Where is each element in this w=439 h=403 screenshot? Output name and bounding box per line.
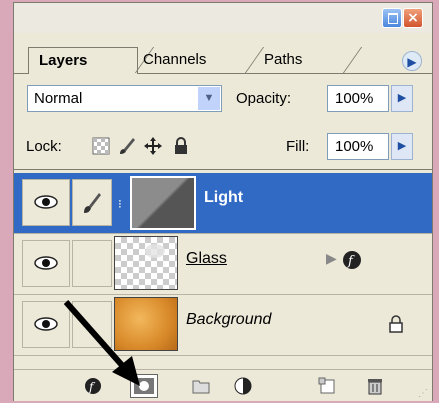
visibility-toggle[interactable]	[22, 179, 70, 226]
panel-titlebar: ×	[14, 3, 432, 33]
eye-icon	[34, 195, 58, 209]
paintbrush-icon	[84, 193, 101, 213]
layer-name[interactable]: Light	[204, 189, 243, 207]
eye-icon	[34, 256, 58, 270]
minimize-button[interactable]	[382, 8, 402, 28]
layers-panel: × Layers Channels Paths ▶ Normal ▼ Opaci…	[13, 2, 433, 401]
panel-menu-button[interactable]: ▶	[402, 51, 422, 71]
tab-paths[interactable]: Paths	[250, 47, 350, 73]
lock-icon	[389, 315, 403, 333]
opacity-slider-button[interactable]: ▶	[391, 85, 413, 112]
layers-toolbar: f ⋰	[14, 369, 432, 401]
trash-icon[interactable]	[366, 377, 384, 395]
lock-transparency-icon[interactable]	[92, 137, 110, 155]
layer-thumbnail	[114, 297, 178, 351]
lock-position-move-icon[interactable]	[144, 137, 162, 155]
layer-link-cell[interactable]	[72, 179, 112, 226]
layer-link-cell[interactable]	[72, 301, 112, 348]
layer-style-icon[interactable]: f	[84, 377, 102, 395]
chevron-down-icon[interactable]: ▼	[198, 87, 220, 110]
resize-grip-icon[interactable]: ⋰	[418, 388, 428, 399]
glass-shape-thumbnail	[145, 244, 165, 258]
visibility-toggle[interactable]	[22, 240, 70, 287]
blend-opacity-row: Normal ▼ Opacity: 100% ▶	[14, 75, 432, 121]
fill-field[interactable]: 100%	[327, 133, 389, 160]
layer-row-background[interactable]: Background	[14, 295, 432, 356]
new-layer-icon[interactable]	[318, 377, 336, 395]
tab-channels[interactable]: Channels	[139, 47, 247, 73]
fill-slider-button[interactable]: ▶	[391, 133, 413, 160]
layer-link-cell[interactable]	[72, 240, 112, 287]
layer-thumbnail	[114, 236, 178, 290]
layer-style-fx-icon: f	[343, 251, 361, 269]
lock-pixels-brush-icon[interactable]	[118, 137, 136, 155]
layer-name[interactable]: Glass	[186, 250, 227, 268]
eye-icon	[34, 317, 58, 331]
fill-label: Fill:	[286, 138, 310, 155]
layers-list: ⁝ Light Glass ▶ f Background	[14, 173, 432, 369]
lock-label: Lock:	[26, 138, 62, 155]
opacity-label: Opacity:	[236, 90, 292, 107]
blend-mode-value: Normal	[34, 90, 83, 107]
layer-row-glass[interactable]: Glass ▶ f	[14, 234, 432, 295]
add-mask-button[interactable]	[130, 374, 158, 398]
adjustment-layer-icon[interactable]	[234, 377, 252, 395]
lock-fill-row: Lock: Fill: 100% ▶	[14, 123, 432, 170]
layer-thumbnail	[130, 176, 196, 230]
layer-name[interactable]: Background	[186, 311, 271, 329]
new-group-icon[interactable]	[192, 377, 210, 395]
lock-all-icon[interactable]	[172, 137, 190, 155]
layer-row-light[interactable]: ⁝ Light	[14, 173, 432, 234]
opacity-field[interactable]: 100%	[327, 85, 389, 112]
close-button[interactable]: ×	[403, 8, 423, 28]
tab-layers[interactable]: Layers	[28, 47, 138, 74]
add-mask-icon	[134, 378, 154, 394]
visibility-toggle[interactable]	[22, 301, 70, 348]
panel-tabs: Layers Channels Paths ▶	[14, 35, 432, 74]
expand-effects-arrow-icon[interactable]: ▶	[326, 250, 337, 267]
blend-mode-select[interactable]: Normal ▼	[27, 85, 222, 112]
mask-chain-icon: ⁝	[118, 197, 122, 211]
